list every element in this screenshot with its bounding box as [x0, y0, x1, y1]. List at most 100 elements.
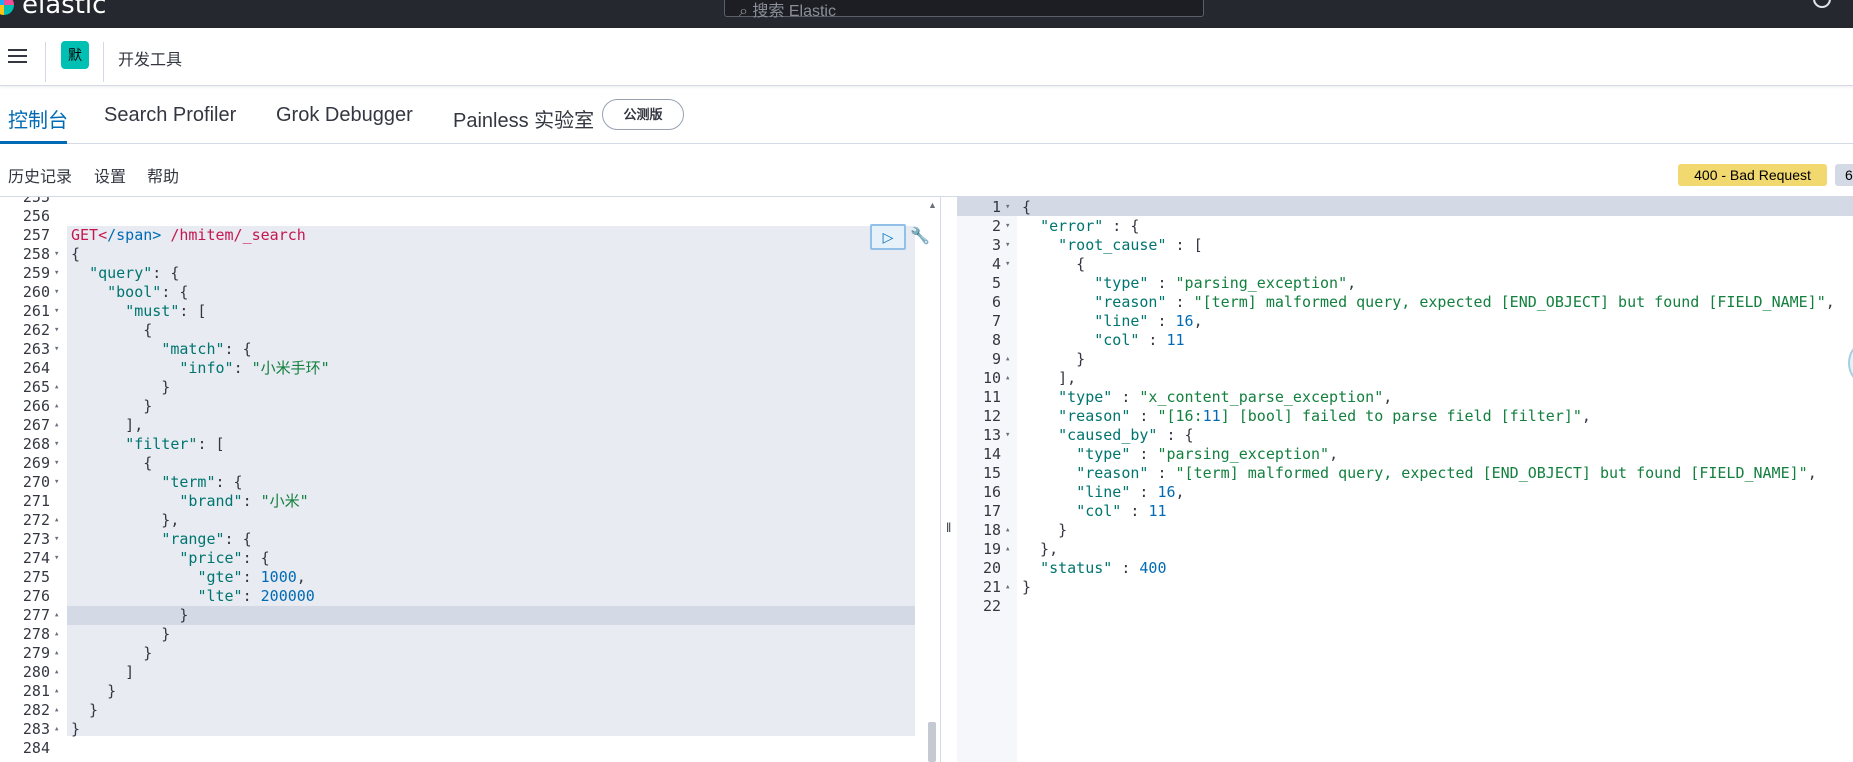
menu-icon[interactable] — [8, 49, 27, 64]
response-line: 5 "type" : "parsing_exception", — [957, 274, 1853, 293]
fold-collapse-icon[interactable]: ▾ — [54, 340, 59, 359]
line-number: 272 — [22, 511, 50, 529]
fold-collapse-icon[interactable]: ▾ — [54, 454, 59, 473]
chevron-up-icon[interactable]: ▲ — [928, 200, 937, 210]
request-line: 267 ▴ ], — [0, 416, 900, 435]
line-number: 267 — [22, 416, 50, 434]
fold-end-icon[interactable]: ▴ — [54, 644, 59, 663]
fold-collapse-icon[interactable]: ▾ — [54, 321, 59, 340]
response-line: 16 "line" : 16, — [957, 483, 1853, 502]
line-number: 266 — [22, 397, 50, 415]
line-number: 281 — [22, 682, 50, 700]
resize-handle-icon[interactable]: ‖ — [946, 520, 951, 535]
line-number: 276 — [22, 587, 50, 605]
code-text: "query": { — [89, 264, 180, 282]
fold-collapse-icon[interactable]: ▾ — [54, 549, 59, 568]
help-icon[interactable] — [1813, 0, 1831, 8]
fold-collapse-icon[interactable]: ▾ — [54, 283, 59, 302]
fold-end-icon[interactable]: ▴ — [54, 511, 59, 530]
code-text: } — [1022, 350, 1086, 368]
play-icon[interactable]: ▷ — [870, 224, 906, 250]
help-link[interactable]: 帮助 — [147, 163, 179, 187]
response-line: 7 "line" : 16, — [957, 312, 1853, 331]
fold-collapse-icon[interactable]: ▾ — [1005, 426, 1010, 445]
code-text: "brand": "小米" — [179, 492, 309, 510]
status-badge: 400 - Bad Request — [1678, 164, 1827, 186]
code-text: GET</span> /hmitem/_search — [71, 226, 306, 244]
elastic-logo[interactable]: elastic — [0, 0, 106, 20]
fold-collapse-icon[interactable]: ▾ — [54, 245, 59, 264]
request-line: 281 ▴ } — [0, 682, 900, 701]
code-text: { — [1022, 198, 1032, 216]
fold-end-icon[interactable]: ▴ — [54, 663, 59, 682]
fold-end-icon[interactable]: ▴ — [54, 397, 59, 416]
code-text: "bool": { — [107, 283, 189, 301]
fold-end-icon[interactable]: ▴ — [54, 378, 59, 397]
settings-link[interactable]: 设置 — [94, 163, 126, 187]
line-number: 16 — [982, 483, 1001, 501]
fold-collapse-icon[interactable]: ▾ — [54, 435, 59, 454]
fold-end-icon[interactable]: ▴ — [54, 682, 59, 701]
request-line: 269 ▾ { — [0, 454, 900, 473]
response-viewer[interactable]: 1 ▾{2 ▾ "error" : {3 ▾ "root_cause" : [4 ▾ {… — [957, 197, 1853, 762]
code-text: ], — [71, 416, 144, 434]
tab-search-profiler[interactable]: Search Profiler — [104, 104, 236, 127]
response-line: 1 ▾ { — [957, 198, 1853, 217]
fold-end-icon[interactable]: ▴ — [1005, 578, 1010, 597]
tab-grok-debugger[interactable]: Grok Debugger — [276, 104, 413, 127]
fold-collapse-icon[interactable]: ▾ — [54, 473, 59, 492]
fold-collapse-icon[interactable]: ▾ — [54, 264, 59, 283]
fold-collapse-icon[interactable]: ▾ — [54, 302, 59, 321]
code-text: ] — [71, 663, 135, 681]
divider — [103, 42, 104, 82]
fold-end-icon[interactable]: ▴ — [54, 720, 59, 739]
fold-end-icon[interactable]: ▴ — [54, 606, 59, 625]
request-line: 266 ▴ } — [0, 397, 900, 416]
code-text: { — [71, 321, 153, 339]
line-number: 17 — [982, 502, 1001, 520]
space-avatar[interactable]: 默 — [61, 41, 89, 69]
scrollbar-thumb[interactable] — [928, 722, 936, 762]
code-text: "col" : 11 — [1094, 331, 1185, 349]
fold-collapse-icon[interactable]: ▾ — [1005, 255, 1010, 274]
pane-resizer[interactable]: ‖ — [940, 197, 957, 762]
tab-console[interactable]: 控制台 — [8, 104, 68, 133]
history-link[interactable]: 历史记录 — [8, 163, 72, 187]
global-search-input[interactable]: ⌕ 搜索 Elastic — [724, 0, 1204, 20]
request-line: 278 ▴ } — [0, 625, 900, 644]
line-number: 274 — [22, 549, 50, 567]
line-number: 256 — [22, 207, 50, 225]
request-line: 262 ▾ { — [0, 321, 900, 340]
fold-collapse-icon[interactable]: ▾ — [1005, 236, 1010, 255]
code-text: "lte": 200000 — [197, 587, 315, 605]
request-line: 260 ▾ "bool": { — [0, 283, 900, 302]
fold-end-icon[interactable]: ▴ — [54, 625, 59, 644]
request-line: 274 ▾ "price": { — [0, 549, 900, 568]
code-text: } — [71, 378, 171, 396]
line-number: 1 — [991, 198, 1001, 216]
fold-end-icon[interactable]: ▴ — [1005, 540, 1010, 559]
request-editor[interactable]: 255 256 257 GET</span> /hmitem/_search 258 ▾{… — [0, 197, 940, 762]
fold-end-icon[interactable]: ▴ — [1005, 521, 1010, 540]
fold-collapse-icon[interactable]: ▾ — [1005, 217, 1010, 236]
fold-end-icon[interactable]: ▴ — [1005, 350, 1010, 369]
request-line: 270 ▾ "term": { — [0, 473, 900, 492]
code-text: "must": [ — [125, 302, 207, 320]
code-text: "type" : "parsing_exception", — [1094, 274, 1357, 292]
fold-collapse-icon[interactable]: ▾ — [1005, 198, 1010, 217]
line-number: 273 — [22, 530, 50, 548]
line-number: 20 — [982, 559, 1001, 577]
line-number: 11 — [982, 388, 1001, 406]
code-text: "gte": 1000, — [197, 568, 306, 586]
response-line: 9 ▴ } — [957, 350, 1853, 369]
line-number: 283 — [22, 720, 50, 738]
editor-scrollbar[interactable]: ▲ — [925, 197, 939, 762]
fold-end-icon[interactable]: ▴ — [54, 416, 59, 435]
request-line: 261 ▾ "must": [ — [0, 302, 900, 321]
code-text: } — [71, 720, 81, 738]
fold-end-icon[interactable]: ▴ — [1005, 369, 1010, 388]
fold-collapse-icon[interactable]: ▾ — [54, 530, 59, 549]
tab-painless-lab[interactable]: Painless 实验室 — [453, 104, 594, 133]
response-line: 3 ▾ "root_cause" : [ — [957, 236, 1853, 255]
fold-end-icon[interactable]: ▴ — [54, 701, 59, 720]
